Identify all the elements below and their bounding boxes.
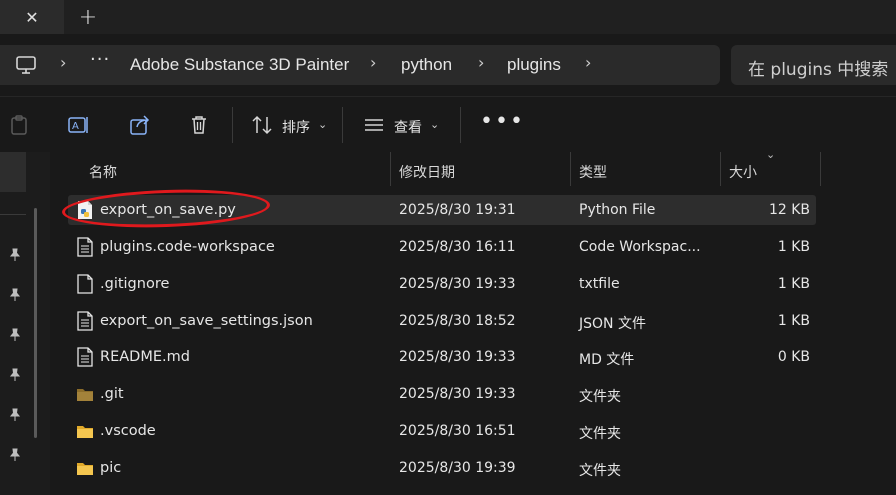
view-icon[interactable] bbox=[362, 113, 386, 137]
file-date: 2025/8/30 19:33 bbox=[399, 276, 516, 292]
document-icon bbox=[77, 347, 93, 367]
file-date: 2025/8/30 16:51 bbox=[399, 423, 516, 439]
column-header-size[interactable]: 大小 bbox=[729, 152, 757, 186]
document-icon bbox=[77, 311, 93, 331]
pin-icon[interactable] bbox=[8, 408, 22, 422]
file-name: .gitignore bbox=[100, 276, 170, 292]
pin-icon[interactable] bbox=[8, 288, 22, 302]
chevron-right-icon[interactable]: › bbox=[585, 53, 591, 72]
file-name: export_on_save_settings.json bbox=[100, 313, 313, 329]
file-type: 文件夹 bbox=[579, 389, 621, 405]
file-type: JSON 文件 bbox=[579, 316, 646, 332]
file-type: Code Workspac... bbox=[579, 239, 701, 255]
file-name: plugins.code-workspace bbox=[100, 239, 275, 255]
folder-icon bbox=[77, 463, 93, 475]
column-divider[interactable] bbox=[570, 152, 571, 186]
chevron-down-icon[interactable]: ⌄ bbox=[318, 118, 327, 131]
file-date: 2025/8/30 19:31 bbox=[399, 202, 516, 218]
file-type: 文件夹 bbox=[579, 463, 621, 479]
chevron-down-icon[interactable]: ⌄ bbox=[430, 118, 439, 131]
chevron-right-icon[interactable]: › bbox=[478, 53, 484, 72]
dark-folder-icon bbox=[77, 389, 93, 401]
tab-bar: ✕ + bbox=[0, 0, 896, 34]
table-row[interactable]: .vscode 2025/8/30 16:51 文件夹 bbox=[68, 416, 816, 446]
column-header-type[interactable]: 类型 bbox=[579, 152, 607, 186]
rename-icon[interactable]: A bbox=[67, 113, 91, 137]
delete-icon[interactable] bbox=[187, 113, 211, 137]
file-name: pic bbox=[100, 460, 122, 476]
table-row[interactable]: README.md 2025/8/30 19:33 MD 文件 0 KB bbox=[68, 342, 816, 372]
sort-button[interactable]: 排序 bbox=[282, 117, 310, 137]
file-size: 12 KB bbox=[768, 202, 810, 218]
file-name: README.md bbox=[100, 349, 190, 365]
blank-file-icon bbox=[77, 274, 93, 294]
paste-icon[interactable] bbox=[7, 113, 31, 137]
folder-icon bbox=[77, 426, 93, 438]
sort-indicator-icon: ⌄ bbox=[766, 148, 776, 161]
pin-icon[interactable] bbox=[8, 328, 22, 342]
close-icon: ✕ bbox=[25, 7, 39, 27]
file-date: 2025/8/30 16:11 bbox=[399, 239, 516, 255]
chevron-right-icon[interactable]: › bbox=[60, 53, 66, 72]
nav-divider bbox=[0, 214, 26, 215]
close-tab-button[interactable]: ✕ bbox=[0, 0, 64, 34]
toolbar-divider bbox=[232, 107, 233, 143]
column-header-name[interactable]: 名称 bbox=[89, 152, 117, 186]
table-row[interactable]: export_on_save_settings.json 2025/8/30 1… bbox=[68, 306, 816, 336]
document-icon bbox=[77, 237, 93, 257]
pin-icon[interactable] bbox=[8, 248, 22, 262]
file-size: 0 KB bbox=[777, 349, 810, 365]
file-type: MD 文件 bbox=[579, 352, 635, 368]
toolbar-divider bbox=[342, 107, 343, 143]
command-bar: A 排序 ⌄ 查看 ⌄ ••• bbox=[0, 96, 896, 152]
address-bar[interactable]: › ··· Adobe Substance 3D Painter › pytho… bbox=[0, 45, 720, 85]
svg-text:A: A bbox=[72, 121, 79, 132]
plus-icon: + bbox=[78, 4, 98, 30]
breadcrumb-python[interactable]: python bbox=[401, 55, 452, 75]
nav-item-selected[interactable] bbox=[0, 152, 26, 192]
file-size: 1 KB bbox=[777, 276, 810, 292]
table-row[interactable]: .git 2025/8/30 19:33 文件夹 bbox=[68, 379, 816, 409]
file-date: 2025/8/30 19:33 bbox=[399, 349, 516, 365]
file-date: 2025/8/30 19:33 bbox=[399, 386, 516, 402]
search-placeholder: 在 plugins 中搜索 bbox=[748, 60, 889, 80]
breadcrumb-more[interactable]: ··· bbox=[90, 49, 110, 70]
file-name: .vscode bbox=[100, 423, 156, 439]
file-explorer-window: ✕ + › ··· Adobe Substance 3D Painter › p… bbox=[0, 0, 896, 495]
chevron-right-icon[interactable]: › bbox=[370, 53, 376, 72]
file-type: 文件夹 bbox=[579, 426, 621, 442]
nav-scrollbar[interactable] bbox=[34, 208, 37, 438]
column-header-date[interactable]: 修改日期 bbox=[399, 152, 455, 186]
file-name: .git bbox=[100, 386, 124, 402]
toolbar-divider bbox=[460, 107, 461, 143]
file-date: 2025/8/30 18:52 bbox=[399, 313, 516, 329]
view-button[interactable]: 查看 bbox=[394, 117, 422, 137]
navigation-pane bbox=[0, 152, 50, 495]
monitor-icon[interactable] bbox=[15, 54, 37, 76]
address-row: › ··· Adobe Substance 3D Painter › pytho… bbox=[0, 34, 896, 96]
file-size: 1 KB bbox=[777, 239, 810, 255]
table-row[interactable]: pic 2025/8/30 19:39 文件夹 bbox=[68, 453, 816, 483]
pin-icon[interactable] bbox=[8, 368, 22, 382]
more-options-button[interactable]: ••• bbox=[480, 109, 525, 134]
table-row[interactable]: plugins.code-workspace 2025/8/30 16:11 C… bbox=[68, 232, 816, 262]
column-divider[interactable] bbox=[720, 152, 721, 186]
breadcrumb-painter[interactable]: Adobe Substance 3D Painter bbox=[130, 55, 349, 75]
share-icon[interactable] bbox=[128, 113, 152, 137]
file-type: txtfile bbox=[579, 276, 620, 292]
file-date: 2025/8/30 19:39 bbox=[399, 460, 516, 476]
sort-icon[interactable] bbox=[250, 113, 274, 137]
column-divider[interactable] bbox=[820, 152, 821, 186]
breadcrumb-plugins[interactable]: plugins bbox=[507, 55, 561, 75]
pin-icon[interactable] bbox=[8, 448, 22, 462]
search-input[interactable]: 在 plugins 中搜索 bbox=[731, 45, 896, 85]
new-tab-button[interactable]: + bbox=[72, 0, 104, 34]
file-size: 1 KB bbox=[777, 313, 810, 329]
table-row[interactable]: .gitignore 2025/8/30 19:33 txtfile 1 KB bbox=[68, 269, 816, 299]
column-divider[interactable] bbox=[390, 152, 391, 186]
file-type: Python File bbox=[579, 202, 656, 218]
